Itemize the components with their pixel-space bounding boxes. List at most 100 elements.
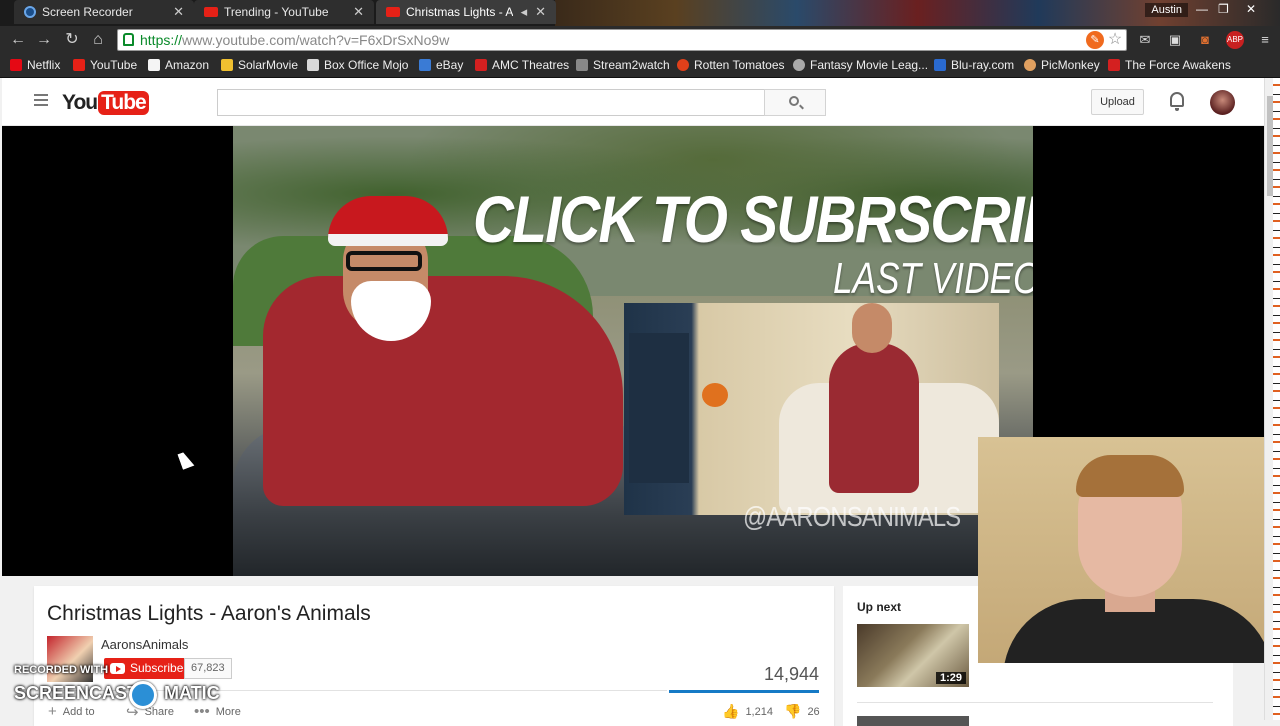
bookmark-force-awakens[interactable]: The Force Awakens	[1108, 58, 1231, 72]
end-screen-subline: LAST VIDEO	[833, 254, 1033, 303]
screen-icon[interactable]: ▣	[1166, 31, 1184, 49]
bookmark-label: Rotten Tomatoes	[694, 58, 785, 72]
menu-icon[interactable]: ≡	[1256, 31, 1274, 49]
tab-screen-recorder[interactable]: Screen Recorder ✕	[14, 0, 194, 24]
like-button[interactable]: 👍 1,214	[722, 703, 773, 720]
bookmark-stream2watch[interactable]: Stream2watch	[576, 58, 670, 72]
up-next-thumbnail[interactable]: 1:29	[857, 624, 969, 687]
youtube-icon	[73, 59, 85, 71]
up-next-thumbnail[interactable]	[857, 716, 969, 726]
bookmark-label: Netflix	[27, 58, 61, 72]
screen-edge-artifact	[1273, 78, 1280, 720]
tab-title: Screen Recorder	[42, 5, 133, 19]
video-frame[interactable]: CLICK TO SUBRSCRIBE LAST VIDEO @AARONSAN…	[233, 126, 1033, 576]
dislike-button[interactable]: 👎 26	[784, 703, 820, 720]
like-count: 1,214	[745, 705, 773, 718]
tab-title: Christmas Lights - Aaro	[406, 5, 513, 19]
picmonkey-icon	[1024, 59, 1036, 71]
address-bar[interactable]: https://www.youtube.com/watch?v=F6xDrSxN…	[117, 29, 1127, 51]
bookmark-blu-ray[interactable]: Blu-ray.com	[934, 58, 1014, 72]
back-icon[interactable]: ←	[8, 30, 28, 50]
channel-name[interactable]: AaronsAnimals	[101, 637, 188, 652]
logo-tube: Tube	[98, 91, 149, 115]
blu-ray-icon	[934, 59, 946, 71]
restore-icon[interactable]: ❐	[1218, 2, 1229, 16]
tab-title: Trending - YouTube	[224, 5, 329, 19]
screencast-brand-left: SCREENCAST	[14, 683, 139, 703]
reload-icon[interactable]: ↻	[62, 30, 82, 50]
last-video-thumbnail[interactable]	[624, 303, 999, 515]
guide-menu-icon[interactable]	[34, 94, 48, 106]
bookmark-label: Stream2watch	[593, 58, 670, 72]
close-icon[interactable]: ✕	[535, 4, 546, 20]
bookmark-box-office-mojo[interactable]: Box Office Mojo	[307, 58, 408, 72]
inset-person	[829, 343, 919, 493]
profile-name[interactable]: Austin	[1145, 3, 1188, 17]
mail-icon[interactable]: ✉	[1136, 31, 1154, 49]
bookmark-rotten-tomatoes[interactable]: Rotten Tomatoes	[677, 58, 785, 72]
ebay-icon	[419, 59, 431, 71]
notifications-bell-icon[interactable]	[1170, 92, 1184, 111]
webcam-hair	[1076, 455, 1184, 497]
bookmark-amc-theatres[interactable]: AMC Theatres	[475, 58, 569, 72]
url-path: www.youtube.com/watch?v=F6xDrSxNo9w	[182, 32, 450, 48]
thumbs-down-icon: 👎	[784, 703, 802, 719]
search-button[interactable]	[764, 89, 826, 116]
instagram-icon[interactable]: ◙	[1196, 31, 1214, 49]
subscribe-button[interactable]: Subscribe	[104, 658, 191, 679]
mouse-cursor-icon	[177, 450, 195, 470]
close-icon[interactable]: ✕	[173, 4, 184, 20]
extension-orange-icon[interactable]: ✎	[1086, 31, 1104, 49]
bookmarks-bar: Netflix YouTube Amazon SolarMovie Box Of…	[0, 54, 1280, 78]
netflix-icon	[10, 59, 22, 71]
dislike-count: 26	[807, 705, 820, 718]
upload-button[interactable]: Upload	[1091, 89, 1144, 115]
divider	[857, 702, 1213, 703]
subscriber-count: 67,823	[184, 658, 232, 679]
search-input[interactable]	[217, 89, 765, 116]
video-title: Christmas Lights - Aaron's Animals	[47, 602, 371, 625]
tab-trending-youtube[interactable]: Trending - YouTube ✕	[194, 0, 374, 24]
add-to-button[interactable]: + Add to	[48, 703, 95, 720]
bookmark-label: PicMonkey	[1041, 58, 1100, 72]
bookmark-label: eBay	[436, 58, 464, 72]
more-button[interactable]: ••• More	[194, 703, 241, 720]
forward-icon[interactable]: →	[34, 30, 54, 50]
video-info-card: Christmas Lights - Aaron's Animals Aaron…	[34, 586, 834, 726]
plus-icon: +	[48, 703, 57, 720]
screen-recorder-icon	[24, 6, 36, 18]
add-to-label: Add to	[62, 705, 95, 718]
close-icon[interactable]: ✕	[353, 4, 364, 20]
bookmark-label: Amazon	[165, 58, 210, 72]
close-window-icon[interactable]: ✕	[1246, 2, 1256, 16]
bookmark-fantasy-movie-league[interactable]: Fantasy Movie Leag...	[793, 58, 928, 72]
bookmark-label: The Force Awakens	[1125, 58, 1231, 72]
glasses-graphic	[346, 251, 422, 271]
adblock-icon[interactable]: ABP	[1226, 31, 1244, 49]
up-next-label: Up next	[857, 600, 902, 614]
browser-tab-strip: Screen Recorder ✕ Trending - YouTube ✕ C…	[0, 0, 1280, 26]
globe-icon	[793, 59, 805, 71]
solarmovie-icon	[221, 59, 233, 71]
inset-dresser	[629, 333, 689, 483]
bookmark-star-icon[interactable]: ☆	[1106, 31, 1124, 49]
bookmark-netflix[interactable]: Netflix	[10, 58, 60, 72]
bookmark-amazon[interactable]: Amazon	[148, 58, 209, 72]
account-avatar[interactable]	[1210, 90, 1235, 115]
amc-icon	[475, 59, 487, 71]
bookmark-youtube[interactable]: YouTube	[73, 58, 137, 72]
bookmark-ebay[interactable]: eBay	[419, 58, 463, 72]
channel-watermark: @AARONSANIMALS	[743, 501, 961, 532]
minimize-icon[interactable]: —	[1196, 2, 1208, 16]
recorded-with-label: RECORDED WITH	[14, 664, 109, 676]
screencast-logo-icon	[129, 681, 157, 709]
bookmark-label: AMC Theatres	[492, 58, 570, 72]
youtube-logo[interactable]: You Tube	[62, 90, 149, 116]
view-count: 14,944	[763, 664, 819, 684]
bookmark-picmonkey[interactable]: PicMonkey	[1024, 58, 1100, 72]
home-icon[interactable]: ⌂	[88, 30, 108, 50]
thumbs-up-icon: 👍	[722, 703, 740, 719]
bookmark-solarmovie[interactable]: SolarMovie	[221, 58, 298, 72]
inset-person-head	[852, 303, 892, 353]
tab-christmas-lights[interactable]: Christmas Lights - Aaro ◂ ✕	[376, 0, 556, 24]
